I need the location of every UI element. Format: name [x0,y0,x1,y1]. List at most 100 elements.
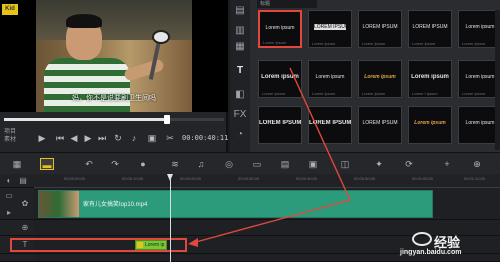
instant-project-icon[interactable]: ▥ [233,24,247,38]
play-icon[interactable]: ▶ [36,132,48,144]
track-toggle-icon[interactable]: ▸ [4,208,14,218]
path-icon[interactable]: ◔ [233,128,247,142]
title-template-thumb[interactable]: LOREM IPSUM [358,106,402,144]
timeline-view-icon[interactable]: ▬ [40,158,54,170]
title-template-preview-text: LOREM IPSUM [362,24,398,30]
mode-project[interactable]: 项目 [4,128,30,136]
title-template-preview-text: Lorem ipsum [465,24,495,30]
library-category-bar: ▤ ▥ ▦ T ◧ FX ◔ [230,0,250,152]
playback-progress-fill [4,118,167,121]
redo-icon[interactable]: ↷ [108,158,122,170]
ruler-tick: 00:00:30:00 [238,176,260,181]
go-to-end-icon[interactable]: ⏭ [96,132,108,144]
filter-icon[interactable]: FX [233,108,247,122]
ruler-tick: 00:01:00:00 [412,176,434,181]
mode-clip[interactable]: 素材 [4,136,30,144]
multi-camera-icon[interactable]: ▤ [278,158,292,170]
title-template-preview-text: Lorem ipsum [265,25,295,31]
watermark-url: jingyan.baidu.com [400,249,462,256]
title-template-thumb[interactable]: Lorem ipsum Lorem Ipsum [308,60,352,98]
title-clip-label: Lorem ip [145,242,165,248]
title-template-thumb[interactable]: Lorem ipsum Lorem Ipsum [258,60,302,98]
ruler-tick: 00:00:00:00 [64,176,86,181]
library-scrollbar[interactable] [495,10,500,150]
timecode-display[interactable]: 00:00:40:11 [182,134,228,142]
title-template-preview-text: Lorem ipsum [364,74,396,80]
title-template-preview-text: Lorem ipsum [465,120,495,126]
title-template-caption: Lorem I Ipsum [412,91,438,96]
title-template-thumb[interactable]: Lorem ipsum Lorem Ipsum [458,10,500,48]
title-template-thumb[interactable]: Lorem ipsum Lorem Ipsum [358,60,402,98]
timeline-ruler[interactable]: 00:00:00:00 00:00:10:00 00:00:20:00 00:0… [34,174,500,188]
playback-progress-bar[interactable] [4,115,224,124]
zoom-slider-icon[interactable]: ⊕ [470,158,484,170]
record-icon[interactable]: ● [136,158,150,170]
volume-icon[interactable]: ♪ [128,132,140,144]
repeat-icon[interactable]: ↻ [112,132,124,144]
previous-frame-icon[interactable]: ◀ [68,132,80,144]
next-frame-icon[interactable]: ▶ [82,132,94,144]
title-template-preview-text: Lorem ipsum [315,74,345,80]
split-screen-icon[interactable]: ✦ [372,158,386,170]
playback-scrubber[interactable] [163,115,170,124]
overlay-icon[interactable]: ⊕ [20,223,30,233]
track-settings-icon[interactable]: ▤ [18,176,28,186]
undo-icon[interactable]: ↶ [82,158,96,170]
watermark: 经验 jingyan.baidu.com [390,232,500,262]
media-icon[interactable]: ▤ [233,4,247,18]
title-template-preview-text: Lorem ipsum [414,120,446,126]
video-preview[interactable]: Kid 妈，你不是说要刷卫生间吗 [0,0,228,112]
channel-logo: Kid [2,4,18,15]
title-template-caption: Lorem Ipsum [263,40,287,45]
video-track-icon: ▭ [5,191,13,200]
screen-record-icon[interactable]: ▣ [306,158,320,170]
auto-music-icon[interactable]: ♫ [194,158,208,170]
baidu-paw-icon [412,232,432,246]
title-template-preview-text: LOREM IPSUM [412,24,448,30]
go-to-start-icon[interactable]: ⏮ [54,132,66,144]
title-icon[interactable]: T [233,64,247,78]
title-template-thumb[interactable]: LOREM IPSUM Lorem Ipsum [408,10,452,48]
sound-mixer-icon[interactable]: ≋ [168,158,182,170]
video-track-header: ▭ ✿ ▸ [0,188,34,220]
title-template-preview-text: LOREM IPSUM [259,120,301,126]
title-template-thumb[interactable]: Lorem ipsum [458,106,500,144]
title-template-thumb[interactable]: Lorem ipsum [408,106,452,144]
track-manager-icon[interactable]: ◫ [338,158,352,170]
voice-track-header [0,254,34,262]
title-template-preview-text: Lorem ipsum [411,74,449,80]
film-reel-icon[interactable]: ✿ [20,199,30,209]
title-template-caption: Lorem Ipsum [462,91,486,96]
title-template-thumb[interactable]: Lorem ipsum Lorem I Ipsum [408,60,452,98]
title-template-caption: Lorem Ipsum [312,91,336,96]
video-clip-title: 家有儿女搞笑top10.mp4 [83,202,148,208]
subtitle-editor-icon[interactable]: ▭ [250,158,264,170]
ruler-tick: 00:00:20:00 [180,176,202,181]
title-template-thumb[interactable]: Lorem ipsum Lorem Ipsum [258,10,302,48]
title-template-thumb[interactable]: LOREM IPSUM [258,106,302,144]
title-template-thumb[interactable]: LOREM IPSUM [308,106,352,144]
zoom-in-icon[interactable]: + [440,158,454,170]
video-clip[interactable]: 家有儿女搞笑top10.mp4 [38,190,433,218]
hd-icon[interactable]: ▣ [146,132,158,144]
graphics-icon[interactable]: ◧ [233,88,247,102]
title-template-preview-text: Lorem ipsum [261,74,299,80]
library-category-dropdown[interactable]: 标题 [257,0,317,8]
title-template-thumb[interactable]: LOREM IPSUM Lorem Ipsum [308,10,352,48]
ruler-tick: 00:00:40:00 [296,176,318,181]
title-template-thumb[interactable]: Lorem ipsum Lorem Ipsum [458,60,500,98]
track-lock-icon[interactable]: ◐ [4,176,14,186]
title-clip[interactable]: Lorem ip [135,240,167,250]
title-template-caption: Lorem Ipsum [412,41,436,46]
mode-switch[interactable]: 项目 素材 [4,128,30,144]
title-template-caption: Lorem Ipsum [462,41,486,46]
motion-track-icon[interactable]: ◎ [222,158,236,170]
split-icon[interactable]: ✂ [164,132,176,144]
playhead-line[interactable] [170,174,171,262]
title-template-thumb[interactable]: LOREM IPSUM Lorem Ipsum [358,10,402,48]
storyboard-view-icon[interactable]: ▦ [10,158,24,170]
video-subtitle: 妈，你不是说要刷卫生间吗 [72,95,156,102]
transition-icon[interactable]: ▦ [233,40,247,54]
mask-icon[interactable]: ⟳ [402,158,416,170]
title-template-preview-text: Lorem ipsum [465,74,495,80]
